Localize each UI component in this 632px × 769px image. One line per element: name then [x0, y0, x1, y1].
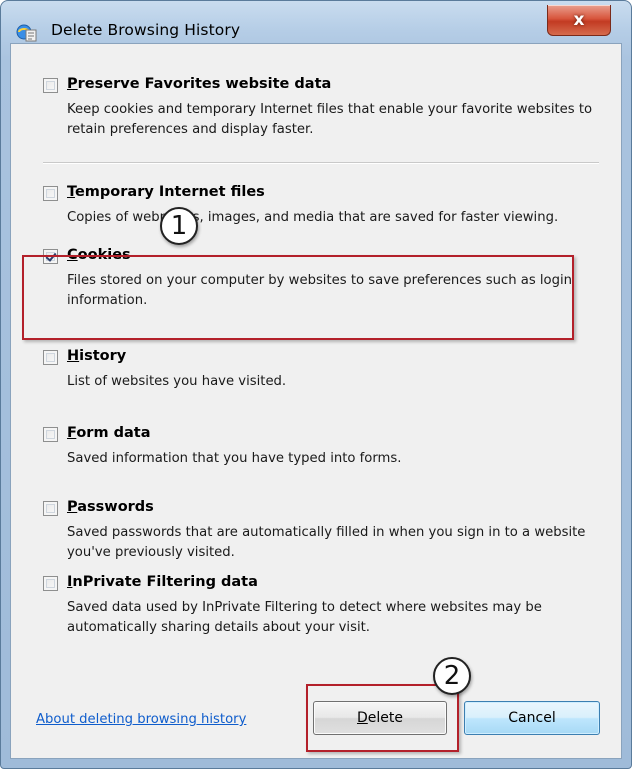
checkbox-preserve-favorites[interactable]	[43, 78, 58, 93]
checkbox-history[interactable]	[43, 350, 58, 365]
option-description: Keep cookies and temporary Internet file…	[67, 102, 593, 137]
option-description: Saved passwords that are automatically f…	[67, 525, 586, 560]
option-label: InPrivate Filtering data	[67, 574, 258, 590]
option-description: Saved information that you have typed in…	[67, 451, 402, 466]
separator	[43, 162, 599, 164]
checkbox-temporary-internet-files[interactable]	[43, 186, 58, 201]
ie-delete-history-icon	[16, 24, 37, 42]
option-label: Form data	[67, 425, 151, 441]
window-title: Delete Browsing History	[51, 21, 241, 39]
option-description: Saved data used by InPrivate Filtering t…	[67, 600, 542, 635]
checkbox-form-data[interactable]	[43, 427, 58, 442]
cancel-button[interactable]: Cancel	[464, 701, 600, 735]
option-description: Copies of webpages, images, and media th…	[67, 210, 559, 225]
callout-1: 1	[160, 207, 198, 245]
callout-2-number: 2	[443, 661, 461, 691]
cancel-button-label: Cancel	[508, 710, 556, 726]
option-label: Preserve Favorites website data	[67, 76, 332, 92]
close-button[interactable]: x	[547, 5, 611, 36]
option-label: History	[67, 348, 127, 364]
option-label: Temporary Internet files	[67, 184, 265, 200]
option-description: List of websites you have visited.	[67, 374, 287, 389]
about-deleting-history-link[interactable]: About deleting browsing history	[36, 712, 246, 727]
dialog-client-area: Preserve Favorites website data Keep coo…	[10, 43, 622, 759]
close-icon: x	[573, 10, 585, 30]
checkbox-passwords[interactable]	[43, 501, 58, 516]
cookies-highlight-box	[22, 255, 574, 340]
callout-1-number: 1	[170, 211, 188, 241]
checkbox-inprivate-filtering[interactable]	[43, 576, 58, 591]
delete-highlight-box	[306, 684, 459, 752]
option-label: Passwords	[67, 499, 154, 515]
dialog-window: Delete Browsing History x Preserve Favor…	[0, 0, 632, 769]
callout-2: 2	[433, 657, 471, 695]
